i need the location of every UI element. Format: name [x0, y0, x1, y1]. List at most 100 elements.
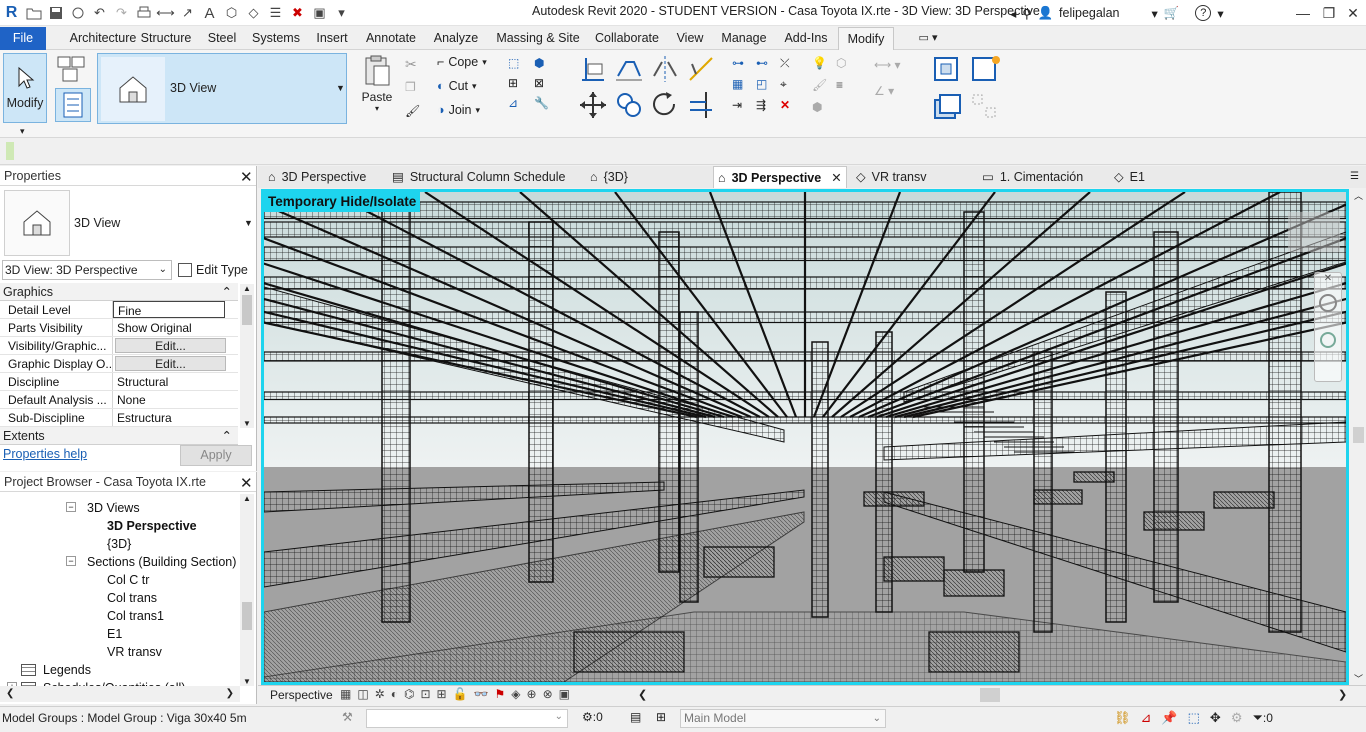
move-icon[interactable]	[578, 90, 608, 120]
switch-windows-icon[interactable]: ▣	[310, 4, 329, 23]
select-links-icon[interactable]: ⛓	[1114, 710, 1131, 726]
split-face-icon[interactable]: ⬚	[508, 56, 532, 70]
section-tool-icon[interactable]: ◇	[244, 4, 263, 23]
scroll-down-icon[interactable]: ▼	[240, 419, 254, 428]
tab-view[interactable]: View	[674, 27, 706, 50]
tab-structure[interactable]: Structure	[136, 27, 196, 50]
close-window-icon[interactable]: ✕	[1338, 0, 1366, 26]
pin-icon[interactable]: ⌖	[780, 77, 804, 92]
select-underlay-icon[interactable]: ⊿	[1141, 710, 1152, 726]
show-crop-icon[interactable]: ⊞	[437, 687, 447, 701]
scroll-up-icon[interactable]: ▲	[240, 284, 254, 293]
paste-dropdown-icon[interactable]: ▾	[375, 104, 379, 113]
tab-systems[interactable]: Systems	[250, 27, 302, 50]
paste-button[interactable]: Paste ▾	[358, 54, 396, 120]
cope-dropdown-icon[interactable]: ▾	[482, 57, 487, 68]
nav-left-icon[interactable]: ◂	[1010, 6, 1016, 21]
tab-massing-site[interactable]: Massing & Site	[492, 27, 584, 50]
sync-icon[interactable]	[68, 4, 87, 23]
browser-scroll-thumb[interactable]	[242, 602, 252, 630]
revit-logo-icon[interactable]: R	[2, 4, 21, 23]
isolate-icon[interactable]	[970, 54, 1002, 84]
join-button[interactable]: ◑ Join ▾	[437, 103, 480, 117]
close-hidden-icon[interactable]: ✖	[288, 4, 307, 23]
background-process-icon[interactable]: ⚙	[1231, 710, 1243, 726]
properties-help-link[interactable]: Properties help	[3, 447, 87, 461]
tab-steel[interactable]: Steel	[204, 27, 240, 50]
parts-visibility-value[interactable]: Show Original	[113, 319, 238, 336]
mirror-axis-icon[interactable]	[650, 54, 680, 84]
hscroll-right-icon[interactable]: ❯	[1338, 688, 1347, 701]
vscroll-down-icon[interactable]: ﹀	[1351, 672, 1366, 685]
unlock-view-icon[interactable]: 🔓	[453, 687, 468, 701]
array-icon[interactable]: ▦	[732, 77, 756, 92]
instance-dropdown-icon[interactable]: ⌄	[159, 261, 167, 279]
tabs-overflow-icon[interactable]: ☰	[1350, 166, 1359, 188]
design-option-field[interactable]: Main Model ⌄	[680, 709, 886, 728]
browser-tree-item[interactable]: VR transv	[107, 645, 162, 659]
collapse-extents-icon[interactable]: ⌃	[222, 427, 232, 445]
tab-manage[interactable]: Manage	[718, 27, 770, 50]
tab-collaborate[interactable]: Collaborate	[592, 27, 662, 50]
browser-tree-item[interactable]: Col trans1	[107, 609, 164, 623]
offset-icon[interactable]	[614, 54, 644, 84]
view-tab-7[interactable]: ◇ E1	[1114, 166, 1145, 188]
browser-tree-item[interactable]: − 3D Views	[66, 501, 140, 515]
properties-toggle-icon[interactable]	[55, 88, 91, 122]
default-analysis-value[interactable]: None	[113, 391, 238, 408]
edit-type-button[interactable]: Edit Type	[178, 260, 248, 280]
hide-element-icon[interactable]	[932, 54, 964, 84]
help-dropdown-icon[interactable]: ▾	[1217, 6, 1223, 21]
analytical-model-icon[interactable]: ⊗	[543, 687, 553, 701]
browser-scroll-left-icon[interactable]: ❮	[6, 686, 14, 702]
browser-scroll-up-icon[interactable]: ▲	[240, 494, 254, 503]
unpin-icon[interactable]: ⤫	[780, 56, 804, 71]
scroll-thumb[interactable]	[242, 295, 252, 325]
cut-dropdown-icon[interactable]: ▾	[472, 81, 477, 92]
customize-qat-icon[interactable]: ▾	[332, 4, 351, 23]
discipline-value[interactable]: Structural	[113, 373, 238, 390]
browser-scroll-down-icon[interactable]: ▼	[240, 677, 254, 686]
trim-multiple-icon[interactable]: ⇶	[756, 98, 780, 112]
delete-icon[interactable]: ✕	[780, 98, 804, 112]
instance-selector[interactable]: 3D View: 3D Perspective ⌄	[2, 260, 172, 280]
visibility-edit-button[interactable]: Edit...	[115, 338, 226, 353]
paint-icon[interactable]: ⬢	[534, 56, 558, 70]
type-selector-dropdown-icon[interactable]: ▼	[336, 83, 345, 93]
filter-icon[interactable]: ⏷:0	[1252, 710, 1272, 726]
wall-joins-icon[interactable]: ⊞	[508, 76, 532, 90]
steering-wheel-icon[interactable]	[1319, 294, 1337, 312]
detail-level-field[interactable]: Fine	[113, 301, 225, 318]
tab-annotate[interactable]: Annotate	[362, 27, 420, 50]
type-properties-icon[interactable]	[55, 54, 89, 84]
zoom-icon[interactable]	[1320, 332, 1336, 348]
3d-view-icon[interactable]: ⬡	[222, 4, 241, 23]
visual-style-icon[interactable]: ◫	[357, 687, 368, 701]
beam-joins-icon[interactable]: ⊿	[508, 96, 532, 110]
hscroll-thumb[interactable]	[980, 688, 1000, 702]
graphic-display-edit-button[interactable]: Edit...	[115, 356, 226, 371]
ungroup-icon[interactable]	[970, 92, 1002, 122]
view-cube-icon[interactable]	[1288, 212, 1340, 252]
browser-tree-item[interactable]: E1	[107, 627, 122, 641]
worksharing-icon[interactable]: ◈	[511, 687, 520, 701]
design-option-dropdown-icon[interactable]: ⌄	[873, 710, 881, 727]
text-icon[interactable]: A	[200, 4, 219, 23]
align-icon[interactable]	[578, 54, 608, 84]
username[interactable]: felipegalan	[1059, 6, 1119, 20]
extents-group-header[interactable]: Extents ⌃	[0, 427, 238, 445]
scale-icon[interactable]: ◰	[756, 77, 780, 92]
worksets-icon[interactable]: ⚒	[342, 710, 353, 724]
hscroll-left-icon[interactable]: ❮	[638, 688, 647, 701]
browser-tree-item[interactable]: Col C tr	[107, 573, 149, 587]
measure-icon[interactable]: ⟷	[156, 4, 175, 23]
binoculars-icon[interactable]: ⚲	[1022, 6, 1031, 21]
tab-file[interactable]: File	[0, 27, 46, 50]
apply-button[interactable]: Apply	[180, 445, 252, 466]
detail-level-icon[interactable]: ▦	[340, 687, 351, 701]
vscroll-thumb[interactable]	[1353, 427, 1364, 443]
properties-close-icon[interactable]: ✕	[240, 168, 253, 186]
render-icon[interactable]: ⌬	[404, 687, 414, 701]
tab-insert[interactable]: Insert	[311, 27, 353, 50]
demolish-icon[interactable]: ⊠	[534, 76, 558, 90]
